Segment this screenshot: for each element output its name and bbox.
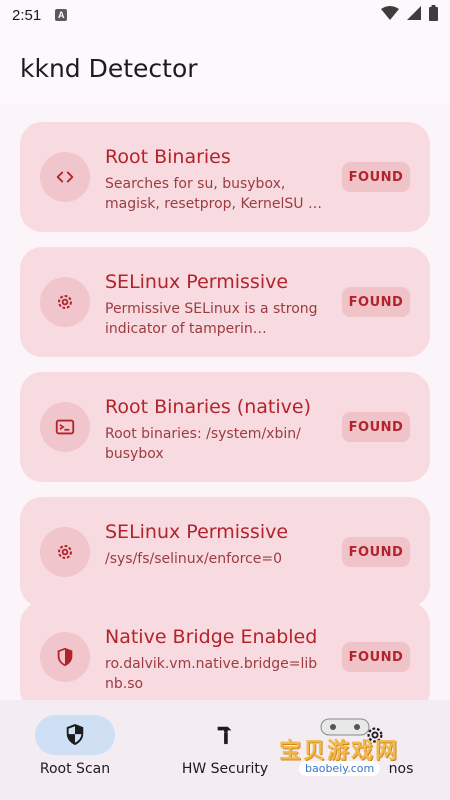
wifi-icon — [381, 6, 399, 24]
nav-item-third[interactable]: nos — [300, 700, 450, 800]
code-icon — [40, 152, 90, 202]
detection-description: Permissive SELinux is a strong indicator… — [105, 301, 318, 337]
nav-label: HW Security — [181, 761, 269, 777]
detection-title: Root Binaries — [105, 146, 231, 168]
nav-label: nos — [388, 761, 414, 777]
detection-title: SELinux Permissive — [105, 271, 289, 293]
shield-icon — [40, 632, 90, 682]
status-time: 2:51 — [12, 6, 42, 24]
status-bar: 2:51 A — [0, 0, 450, 30]
detection-description: ro.dalvik.vm.native.bridge=lib nb.so — [105, 656, 318, 692]
status-badge: FOUND — [342, 642, 410, 672]
detection-card[interactable]: SELinux Permissive /sys/fs/selinux/enfor… — [20, 497, 430, 607]
shield-icon[interactable] — [35, 715, 115, 755]
detection-description: /sys/fs/selinux/enforce=0 — [105, 551, 283, 567]
gear-icon — [40, 277, 90, 327]
detection-list[interactable]: Root Binaries Searches for su, busybox, … — [0, 104, 450, 700]
detection-title: SELinux Permissive — [105, 521, 289, 543]
gear-icon[interactable] — [335, 715, 415, 755]
bottom-navigation: Root Scan HW Security nos — [0, 700, 450, 800]
detection-description: Root binaries: /system/xbin/ busybox — [105, 426, 301, 462]
battery-icon — [429, 5, 438, 25]
detection-card[interactable]: Root Binaries (native) Root binaries: /s… — [20, 372, 430, 482]
signal-icon — [407, 6, 421, 24]
status-badge: FOUND — [342, 537, 410, 567]
detection-card[interactable]: Root Binaries Searches for su, busybox, … — [20, 122, 430, 232]
gear-icon — [40, 527, 90, 577]
detection-title: Native Bridge Enabled — [105, 626, 318, 648]
detection-card[interactable]: Native Bridge Enabled ro.dalvik.vm.nativ… — [20, 602, 430, 700]
hammer-icon[interactable] — [185, 715, 265, 755]
nav-item-root-scan[interactable]: Root Scan — [0, 700, 150, 800]
status-badge: FOUND — [342, 162, 410, 192]
detection-title: Root Binaries (native) — [105, 396, 311, 418]
status-icons — [381, 5, 438, 25]
status-badge: FOUND — [342, 412, 410, 442]
nav-item-hw-security[interactable]: HW Security — [150, 700, 300, 800]
nav-label: Root Scan — [39, 761, 111, 777]
detection-card[interactable]: SELinux Permissive Permissive SELinux is… — [20, 247, 430, 357]
detection-description: Searches for su, busybox, magisk, resetp… — [105, 176, 323, 212]
status-badge: FOUND — [342, 287, 410, 317]
terminal-icon — [40, 402, 90, 452]
app-title: kknd Detector — [20, 54, 198, 83]
a-icon: A — [55, 9, 68, 21]
